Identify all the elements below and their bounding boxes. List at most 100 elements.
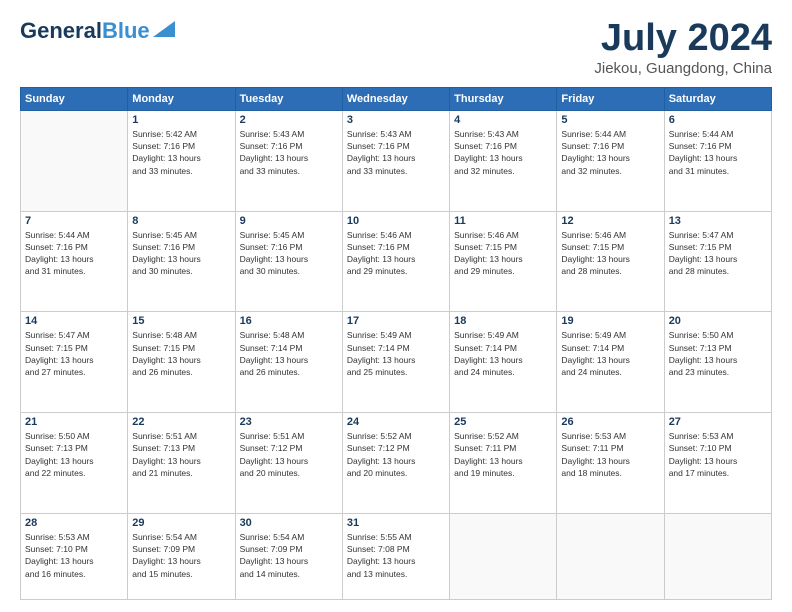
logo-text: GeneralBlue (20, 18, 150, 44)
day-info: Sunrise: 5:53 AMSunset: 7:11 PMDaylight:… (561, 430, 659, 479)
day-info: Sunrise: 5:43 AMSunset: 7:16 PMDaylight:… (347, 128, 445, 177)
header: GeneralBlue July 2024 Jiekou, Guangdong,… (20, 18, 772, 77)
day-info: Sunrise: 5:43 AMSunset: 7:16 PMDaylight:… (240, 128, 338, 177)
day-number: 9 (240, 215, 338, 227)
table-row: 2 Sunrise: 5:43 AMSunset: 7:16 PMDaylight… (235, 110, 342, 211)
day-info: Sunrise: 5:52 AMSunset: 7:12 PMDaylight:… (347, 430, 445, 479)
table-row: 14 Sunrise: 5:47 AMSunset: 7:15 PMDayligh… (21, 312, 128, 413)
day-number: 22 (132, 416, 230, 428)
table-row: 23 Sunrise: 5:51 AMSunset: 7:12 PMDayligh… (235, 412, 342, 513)
table-row: 8 Sunrise: 5:45 AMSunset: 7:16 PMDaylight… (128, 211, 235, 312)
day-info: Sunrise: 5:47 AMSunset: 7:15 PMDaylight:… (25, 329, 123, 378)
day-info: Sunrise: 5:51 AMSunset: 7:12 PMDaylight:… (240, 430, 338, 479)
calendar-table: Sunday Monday Tuesday Wednesday Thursday… (20, 87, 772, 600)
table-row: 22 Sunrise: 5:51 AMSunset: 7:13 PMDayligh… (128, 412, 235, 513)
table-row: 6 Sunrise: 5:44 AMSunset: 7:16 PMDaylight… (664, 110, 771, 211)
table-row: 3Sunrise: 5:43 AMSunset: 7:16 PMDaylight… (342, 110, 449, 211)
day-number: 27 (669, 416, 767, 428)
day-number: 31 (347, 517, 445, 529)
day-info: Sunrise: 5:55 AMSunset: 7:08 PMDaylight:… (347, 531, 445, 580)
day-info: Sunrise: 5:44 AMSunset: 7:16 PMDaylight:… (25, 229, 123, 278)
day-number: 2 (240, 114, 338, 126)
day-info: Sunrise: 5:46 AMSunset: 7:15 PMDaylight:… (561, 229, 659, 278)
day-number: 17 (347, 315, 445, 327)
table-row: 21 Sunrise: 5:50 AMSunset: 7:13 PMDayligh… (21, 412, 128, 513)
calendar-header-row: Sunday Monday Tuesday Wednesday Thursday… (21, 87, 772, 110)
table-row: 31 Sunrise: 5:55 AMSunset: 7:08 PMDayligh… (342, 513, 449, 599)
day-info: Sunrise: 5:49 AMSunset: 7:14 PMDaylight:… (347, 329, 445, 378)
day-info: Sunrise: 5:47 AMSunset: 7:15 PMDaylight:… (669, 229, 767, 278)
table-row (557, 513, 664, 599)
day-info: Sunrise: 5:49 AMSunset: 7:14 PMDaylight:… (454, 329, 552, 378)
day-info: Sunrise: 5:50 AMSunset: 7:13 PMDaylight:… (25, 430, 123, 479)
day-info: Sunrise: 5:49 AMSunset: 7:14 PMDaylight:… (561, 329, 659, 378)
table-row: 30 Sunrise: 5:54 AMSunset: 7:09 PMDayligh… (235, 513, 342, 599)
day-info: Sunrise: 5:54 AMSunset: 7:09 PMDaylight:… (240, 531, 338, 580)
day-number: 5 (561, 114, 659, 126)
day-number: 30 (240, 517, 338, 529)
day-info: Sunrise: 5:50 AMSunset: 7:13 PMDaylight:… (669, 329, 767, 378)
col-saturday: Saturday (664, 87, 771, 110)
day-info: Sunrise: 5:43 AMSunset: 7:16 PMDaylight:… (454, 128, 552, 177)
table-row (664, 513, 771, 599)
day-number: 11 (454, 215, 552, 227)
table-row: 26 Sunrise: 5:53 AMSunset: 7:11 PMDayligh… (557, 412, 664, 513)
day-number: 29 (132, 517, 230, 529)
table-row: 24 Sunrise: 5:52 AMSunset: 7:12 PMDayligh… (342, 412, 449, 513)
day-info: Sunrise: 5:42 AMSunset: 7:16 PMDaylight:… (132, 128, 230, 177)
day-number: 14 (25, 315, 123, 327)
day-info: Sunrise: 5:46 AMSunset: 7:16 PMDaylight:… (347, 229, 445, 278)
day-info: Sunrise: 5:45 AMSunset: 7:16 PMDaylight:… (132, 229, 230, 278)
table-row (21, 110, 128, 211)
table-row: 17 Sunrise: 5:49 AMSunset: 7:14 PMDayligh… (342, 312, 449, 413)
calendar-title: July 2024 (594, 18, 772, 60)
day-info: Sunrise: 5:51 AMSunset: 7:13 PMDaylight:… (132, 430, 230, 479)
table-row: 10Sunrise: 5:46 AMSunset: 7:16 PMDayligh… (342, 211, 449, 312)
col-sunday: Sunday (21, 87, 128, 110)
day-info: Sunrise: 5:54 AMSunset: 7:09 PMDaylight:… (132, 531, 230, 580)
calendar-location: Jiekou, Guangdong, China (594, 60, 772, 77)
day-number: 20 (669, 315, 767, 327)
day-number: 21 (25, 416, 123, 428)
table-row: 20 Sunrise: 5:50 AMSunset: 7:13 PMDayligh… (664, 312, 771, 413)
page: GeneralBlue July 2024 Jiekou, Guangdong,… (0, 0, 792, 612)
table-row: 28 Sunrise: 5:53 AMSunset: 7:10 PMDayligh… (21, 513, 128, 599)
table-row: 12 Sunrise: 5:46 AMSunset: 7:15 PMDayligh… (557, 211, 664, 312)
day-number: 28 (25, 517, 123, 529)
day-info: Sunrise: 5:48 AMSunset: 7:14 PMDaylight:… (240, 329, 338, 378)
day-number: 8 (132, 215, 230, 227)
table-row: 11 Sunrise: 5:46 AMSunset: 7:15 PMDayligh… (450, 211, 557, 312)
table-row: 25Sunrise: 5:52 AMSunset: 7:11 PMDayligh… (450, 412, 557, 513)
day-number: 25 (454, 416, 552, 428)
table-row: 16Sunrise: 5:48 AMSunset: 7:14 PMDayligh… (235, 312, 342, 413)
table-row: 7 Sunrise: 5:44 AMSunset: 7:16 PMDaylight… (21, 211, 128, 312)
day-number: 4 (454, 114, 552, 126)
col-thursday: Thursday (450, 87, 557, 110)
day-number: 24 (347, 416, 445, 428)
col-friday: Friday (557, 87, 664, 110)
table-row: 13 Sunrise: 5:47 AMSunset: 7:15 PMDayligh… (664, 211, 771, 312)
day-number: 15 (132, 315, 230, 327)
day-number: 26 (561, 416, 659, 428)
day-number: 1 (132, 114, 230, 126)
table-row: 4 Sunrise: 5:43 AMSunset: 7:16 PMDaylight… (450, 110, 557, 211)
table-row: 9Sunrise: 5:45 AMSunset: 7:16 PMDaylight… (235, 211, 342, 312)
day-number: 19 (561, 315, 659, 327)
day-number: 6 (669, 114, 767, 126)
day-number: 23 (240, 416, 338, 428)
table-row (450, 513, 557, 599)
day-info: Sunrise: 5:46 AMSunset: 7:15 PMDaylight:… (454, 229, 552, 278)
day-number: 7 (25, 215, 123, 227)
day-number: 13 (669, 215, 767, 227)
logo: GeneralBlue (20, 18, 175, 44)
table-row: 1 Sunrise: 5:42 AMSunset: 7:16 PMDaylight… (128, 110, 235, 211)
day-info: Sunrise: 5:53 AMSunset: 7:10 PMDaylight:… (25, 531, 123, 580)
day-number: 18 (454, 315, 552, 327)
col-wednesday: Wednesday (342, 87, 449, 110)
table-row: 29 Sunrise: 5:54 AMSunset: 7:09 PMDayligh… (128, 513, 235, 599)
day-info: Sunrise: 5:44 AMSunset: 7:16 PMDaylight:… (669, 128, 767, 177)
day-info: Sunrise: 5:44 AMSunset: 7:16 PMDaylight:… (561, 128, 659, 177)
day-number: 12 (561, 215, 659, 227)
col-tuesday: Tuesday (235, 87, 342, 110)
title-block: July 2024 Jiekou, Guangdong, China (594, 18, 772, 77)
